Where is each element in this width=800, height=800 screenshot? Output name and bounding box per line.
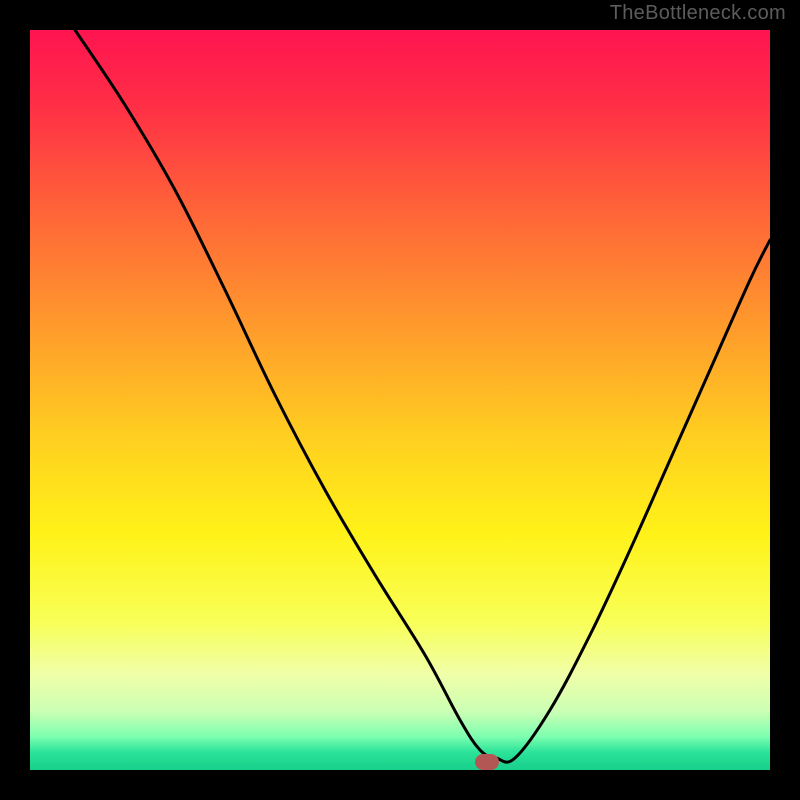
bottleneck-marker: [475, 754, 499, 770]
watermark-text: TheBottleneck.com: [610, 2, 786, 25]
chart-curve: [30, 30, 770, 770]
plot-area: [30, 30, 770, 770]
